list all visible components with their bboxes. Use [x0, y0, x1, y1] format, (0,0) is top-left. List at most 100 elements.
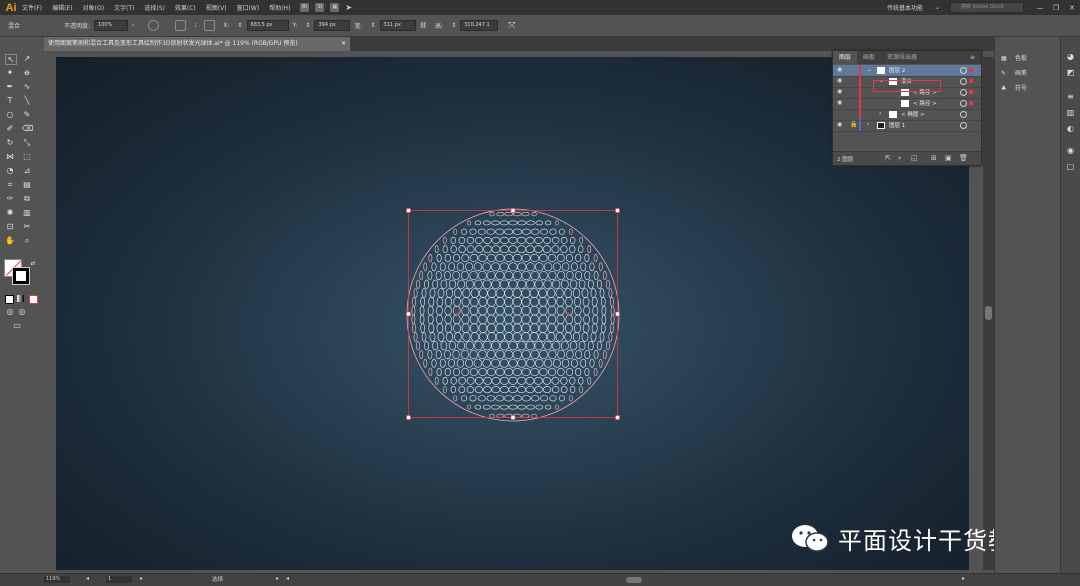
magic-wand-icon[interactable]: ✦ [5, 68, 15, 77]
menu-view[interactable]: 视图(V) [206, 3, 227, 12]
rotate-tool-icon[interactable]: ↻ [5, 138, 15, 147]
locate-object-icon[interactable]: ⌕ [898, 154, 902, 163]
visibility-eye-icon[interactable]: ◉ [837, 78, 845, 84]
minimize-button[interactable]: — [1032, 4, 1048, 12]
eraser-icon[interactable]: ⌫ [22, 124, 33, 133]
swatches-panel-button[interactable]: ▦ 色板 [1001, 53, 1027, 62]
width-field[interactable]: 311 px [379, 20, 416, 31]
selection-indicator[interactable] [969, 68, 973, 72]
recolor-artwork-icon[interactable] [148, 20, 160, 31]
stock-search-input[interactable]: 搜索 Adobe Stock [950, 2, 1024, 13]
tab-asset-export[interactable]: 资源导出器 [881, 51, 923, 64]
transform-menu-icon[interactable]: ⁝ [194, 22, 196, 29]
y-field[interactable]: 394 px [314, 20, 351, 31]
new-sublayer-icon[interactable]: ⊞ [931, 154, 937, 162]
menu-object[interactable]: 对象(O) [83, 3, 104, 12]
gradient-mode-icon[interactable] [17, 295, 24, 302]
perspective-grid-icon[interactable]: ⊿ [22, 166, 32, 175]
menu-type[interactable]: 文字(T) [114, 3, 134, 12]
stock-button[interactable]: St [315, 3, 325, 12]
color-guide-icon[interactable]: ◩ [1066, 68, 1075, 77]
selection-handle[interactable] [510, 208, 516, 213]
brushes-panel-button[interactable]: ✎ 画笔 [1001, 68, 1027, 77]
align-icon[interactable] [175, 20, 187, 31]
menu-select[interactable]: 选择(S) [144, 3, 165, 12]
height-field[interactable]: 310.247 1 [460, 20, 499, 31]
screen-mode-icon[interactable]: ▭ [12, 321, 22, 330]
reference-point-icon[interactable] [204, 20, 216, 31]
workspace-switcher[interactable]: 传统基本功能 [887, 3, 923, 12]
appearance-panel-icon[interactable]: ◉ [1066, 146, 1075, 155]
bridge-button[interactable]: Br [300, 3, 310, 12]
eyedropper-icon[interactable]: ✑ [5, 194, 15, 203]
scale-tool-icon[interactable]: ⤡ [22, 138, 32, 147]
artboard-tool-icon[interactable]: ⊡ [5, 222, 15, 231]
menu-file[interactable]: 文件(F) [22, 3, 42, 12]
prev-artboard-icon[interactable]: ◂ [86, 575, 89, 582]
visibility-eye-icon[interactable]: ◉ [837, 67, 845, 73]
selection-indicator[interactable] [969, 90, 973, 94]
selection-handle[interactable] [406, 415, 411, 420]
menu-help[interactable]: 帮助(H) [269, 3, 290, 12]
menu-edit[interactable]: 编辑(E) [52, 3, 72, 12]
ellipse-tool-icon[interactable]: ○ [5, 110, 15, 119]
zoom-field[interactable]: 119% [44, 576, 70, 583]
symbols-panel-button[interactable]: ♣ 符号 [1001, 83, 1027, 92]
clipping-mask-icon[interactable]: ◱ [911, 154, 918, 162]
visibility-eye-icon[interactable]: ◉ [837, 100, 845, 106]
new-layer-icon[interactable]: ▣ [945, 154, 952, 162]
artboard-number-field[interactable]: 1 [106, 576, 132, 583]
chevron-right-icon[interactable]: › [867, 121, 869, 128]
draw-behind-icon[interactable]: ◎ [17, 307, 27, 316]
selection-indicator[interactable] [969, 101, 973, 105]
line-tool-icon[interactable]: ╲ [22, 96, 32, 105]
stepper-icon[interactable]: ⇕ [371, 22, 376, 29]
target-circle-icon[interactable] [960, 100, 967, 107]
selection-indicator[interactable] [969, 79, 973, 83]
selection-tool-icon[interactable]: ↖ [5, 54, 17, 65]
scroll-left-icon[interactable]: ◂ [286, 575, 289, 582]
target-circle-icon[interactable] [960, 89, 967, 96]
stroke-panel-icon[interactable]: ≡ [1066, 92, 1075, 101]
chevron-right-icon[interactable]: › [132, 22, 134, 29]
stepper-icon[interactable]: ⇕ [451, 22, 456, 29]
target-circle-icon[interactable] [960, 67, 967, 74]
selection-handle[interactable] [406, 311, 411, 317]
slice-tool-icon[interactable]: ✂ [22, 222, 32, 231]
tab-layers[interactable]: 图层 [833, 51, 858, 64]
pen-tool-icon[interactable]: ✒ [5, 82, 15, 91]
hand-tool-icon[interactable]: ✋ [5, 236, 15, 245]
gradient-panel-icon[interactable]: ▥ [1066, 108, 1075, 117]
selection-handle[interactable] [406, 208, 411, 213]
visibility-toggle[interactable] [837, 111, 845, 117]
chevron-right-icon[interactable]: › [879, 110, 881, 117]
shaper-tool-icon[interactable]: ✐ [5, 124, 15, 133]
menu-effect[interactable]: 效果(C) [175, 3, 196, 12]
swap-colors-icon[interactable]: ⇄ [28, 259, 38, 268]
gradient-tool-icon[interactable]: ▤ [22, 180, 32, 189]
close-window-button[interactable]: ✕ [1064, 4, 1080, 12]
restore-button[interactable]: ❐ [1048, 4, 1064, 12]
lasso-icon[interactable]: ꝋ [22, 68, 32, 77]
graphic-styles-icon[interactable]: ▢ [1066, 162, 1075, 171]
transparency-panel-icon[interactable]: ◐ [1066, 124, 1075, 133]
scrollbar-thumb[interactable] [985, 306, 992, 320]
arrange-documents-icon[interactable]: ▦ [330, 3, 340, 12]
scroll-right-icon[interactable]: ▸ [962, 575, 965, 582]
curvature-tool-icon[interactable]: ∿ [22, 82, 32, 91]
x-field[interactable]: 683.5 px [246, 20, 289, 31]
horizontal-scrollbar-thumb[interactable] [626, 577, 642, 583]
target-circle-icon[interactable] [960, 78, 967, 85]
delete-layer-icon[interactable]: 🗑 [959, 154, 968, 162]
mesh-tool-icon[interactable]: ⌗ [5, 180, 15, 189]
shape-builder-icon[interactable]: ◔ [5, 166, 15, 175]
direct-selection-tool-icon[interactable]: ↗ [22, 54, 32, 63]
blend-tool-icon[interactable]: ⧉ [22, 194, 32, 203]
none-mode-icon[interactable] [29, 295, 38, 304]
visibility-eye-icon[interactable]: ◉ [837, 89, 845, 95]
chevron-down-icon[interactable]: ⌄ [867, 66, 872, 73]
opacity-field[interactable]: 100% [94, 20, 129, 31]
close-tab-icon[interactable]: ✕ [341, 37, 346, 51]
link-proportions-icon[interactable]: ⛓ [420, 22, 428, 29]
type-tool-icon[interactable]: T [5, 96, 15, 105]
